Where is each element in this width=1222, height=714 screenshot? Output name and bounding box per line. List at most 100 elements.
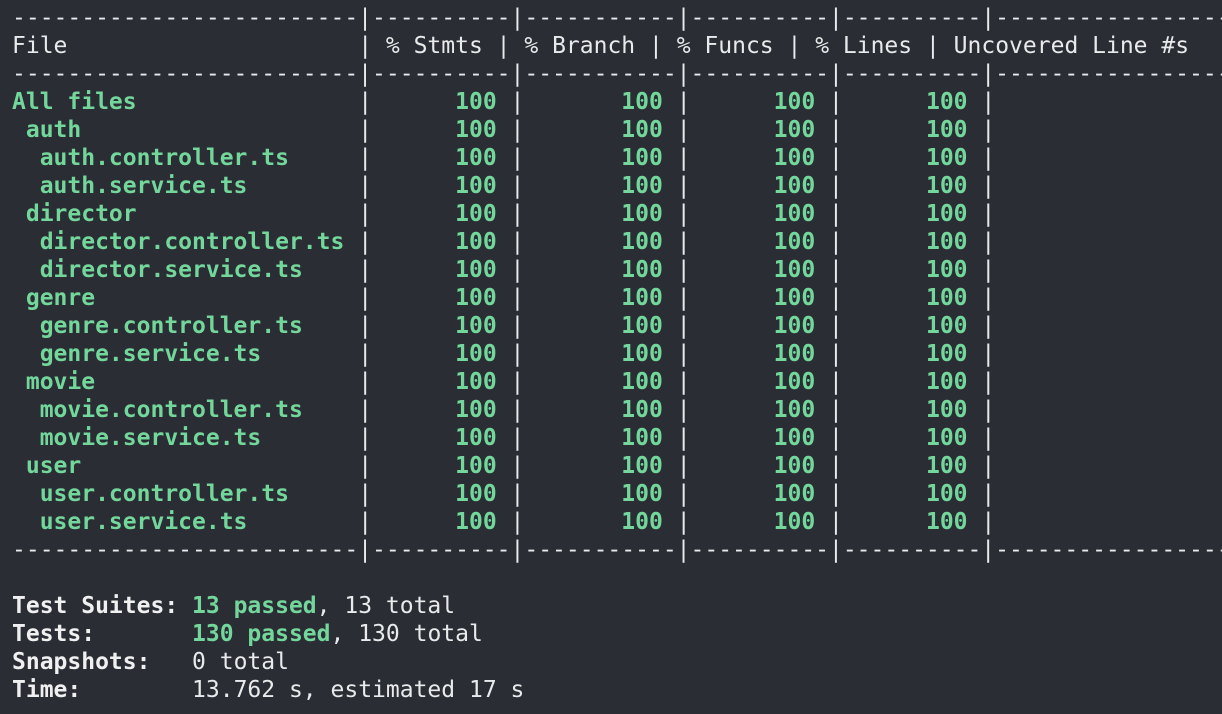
cell-lines: 100 bbox=[842, 173, 968, 199]
table-row: genre.service.ts | 100 | 100 | 100 | 100… bbox=[12, 340, 1222, 368]
table-row: user | 100 | 100 | 100 | 100 | bbox=[12, 452, 1222, 480]
cell-branch: 100 bbox=[524, 341, 663, 367]
cell-file: director.controller.ts bbox=[12, 229, 359, 255]
cell-funcs: 100 bbox=[690, 117, 816, 143]
cell-stmts: 100 bbox=[372, 481, 497, 507]
cell-file: user bbox=[12, 453, 359, 479]
table-row: auth.controller.ts | 100 | 100 | 100 | 1… bbox=[12, 144, 1222, 172]
cell-branch: 100 bbox=[524, 369, 663, 395]
cell-file: auth.service.ts bbox=[12, 173, 359, 199]
cell-lines: 100 bbox=[842, 341, 968, 367]
cell-funcs: 100 bbox=[690, 285, 816, 311]
table-header-row: File | % Stmts | % Branch | % Funcs | % … bbox=[12, 33, 1190, 59]
terminal-window: -------------------------|----------|---… bbox=[0, 0, 1222, 714]
cell-stmts: 100 bbox=[372, 89, 497, 115]
cell-funcs: 100 bbox=[690, 313, 816, 339]
cell-funcs: 100 bbox=[690, 89, 816, 115]
cell-lines: 100 bbox=[842, 509, 968, 535]
cell-branch: 100 bbox=[524, 89, 663, 115]
cell-file: movie.controller.ts bbox=[12, 397, 359, 423]
cell-funcs: 100 bbox=[690, 453, 816, 479]
table-row: All files | 100 | 100 | 100 | 100 | bbox=[12, 88, 1222, 116]
cell-uncovered bbox=[995, 397, 1009, 423]
suites-total: , 13 total bbox=[316, 593, 456, 619]
table-divider-mid: -------------------------|----------|---… bbox=[12, 61, 1222, 87]
summary-snapshots-row: Snapshots: 0 total bbox=[12, 648, 1222, 676]
cell-branch: 100 bbox=[524, 313, 663, 339]
cell-branch: 100 bbox=[524, 425, 663, 451]
table-row: user.service.ts | 100 | 100 | 100 | 100 … bbox=[12, 508, 1222, 536]
cell-uncovered bbox=[995, 229, 1009, 255]
cell-uncovered bbox=[995, 117, 1009, 143]
cell-funcs: 100 bbox=[690, 257, 816, 283]
cell-lines: 100 bbox=[842, 313, 968, 339]
cell-file: genre.controller.ts bbox=[12, 313, 359, 339]
suites-passed: 13 passed bbox=[192, 593, 317, 619]
cell-file: genre.service.ts bbox=[12, 341, 359, 367]
cell-branch: 100 bbox=[524, 397, 663, 423]
test-summary: Test Suites: 13 passed, 13 total Tests: … bbox=[12, 592, 1222, 704]
cell-funcs: 100 bbox=[690, 369, 816, 395]
table-row: director | 100 | 100 | 100 | 100 | bbox=[12, 200, 1222, 228]
cell-stmts: 100 bbox=[372, 145, 497, 171]
cell-stmts: 100 bbox=[372, 229, 497, 255]
summary-time-row: Time: 13.762 s, estimated 17 s bbox=[12, 676, 1222, 704]
header-funcs: % Funcs bbox=[676, 33, 788, 59]
cell-branch: 100 bbox=[524, 117, 663, 143]
cell-stmts: 100 bbox=[372, 117, 497, 143]
cell-file: user.controller.ts bbox=[12, 481, 359, 507]
cell-branch: 100 bbox=[524, 453, 663, 479]
snapshots-label: Snapshots: bbox=[12, 649, 151, 675]
suites-label: Test Suites: bbox=[12, 593, 179, 619]
cell-uncovered bbox=[995, 453, 1009, 479]
table-row: director.service.ts | 100 | 100 | 100 | … bbox=[12, 256, 1222, 284]
cell-stmts: 100 bbox=[372, 285, 497, 311]
cell-stmts: 100 bbox=[372, 341, 497, 367]
cell-branch: 100 bbox=[524, 509, 663, 535]
cell-uncovered bbox=[995, 145, 1009, 171]
time-value: 13.762 s, estimated 17 s bbox=[192, 677, 525, 703]
cell-uncovered bbox=[995, 257, 1009, 283]
cell-lines: 100 bbox=[842, 453, 968, 479]
cell-stmts: 100 bbox=[372, 257, 497, 283]
cell-lines: 100 bbox=[842, 481, 968, 507]
table-row: movie | 100 | 100 | 100 | 100 | bbox=[12, 368, 1222, 396]
cell-uncovered bbox=[995, 369, 1009, 395]
cell-branch: 100 bbox=[524, 229, 663, 255]
cell-file: director bbox=[12, 201, 359, 227]
tests-total: , 130 total bbox=[330, 621, 483, 647]
cell-lines: 100 bbox=[842, 229, 968, 255]
cell-funcs: 100 bbox=[690, 425, 816, 451]
cell-funcs: 100 bbox=[690, 229, 816, 255]
cell-file: user.service.ts bbox=[12, 509, 359, 535]
tests-label: Tests: bbox=[12, 621, 96, 647]
cell-lines: 100 bbox=[842, 89, 968, 115]
cell-branch: 100 bbox=[524, 285, 663, 311]
snapshots-value: 0 total bbox=[192, 649, 289, 675]
cell-stmts: 100 bbox=[372, 313, 497, 339]
cell-branch: 100 bbox=[524, 481, 663, 507]
table-row: auth | 100 | 100 | 100 | 100 | bbox=[12, 116, 1222, 144]
cell-funcs: 100 bbox=[690, 201, 816, 227]
cell-file: auth.controller.ts bbox=[12, 145, 359, 171]
cell-lines: 100 bbox=[842, 145, 968, 171]
table-row: movie.controller.ts | 100 | 100 | 100 | … bbox=[12, 396, 1222, 424]
cell-funcs: 100 bbox=[690, 397, 816, 423]
cell-uncovered bbox=[995, 509, 1009, 535]
cell-lines: 100 bbox=[842, 117, 968, 143]
cell-file: All files bbox=[12, 89, 359, 115]
table-row: genre | 100 | 100 | 100 | 100 | bbox=[12, 284, 1222, 312]
coverage-table: -------------------------|----------|---… bbox=[12, 4, 1222, 564]
cell-uncovered bbox=[995, 481, 1009, 507]
cell-funcs: 100 bbox=[690, 145, 816, 171]
cell-uncovered bbox=[995, 425, 1009, 451]
table-row: movie.service.ts | 100 | 100 | 100 | 100… bbox=[12, 424, 1222, 452]
cell-file: auth bbox=[12, 117, 359, 143]
cell-stmts: 100 bbox=[372, 453, 497, 479]
header-file: File bbox=[12, 33, 359, 59]
cell-lines: 100 bbox=[842, 201, 968, 227]
cell-branch: 100 bbox=[524, 173, 663, 199]
summary-suites-row: Test Suites: 13 passed, 13 total bbox=[12, 592, 1222, 620]
table-divider-top: -------------------------|----------|---… bbox=[12, 5, 1222, 31]
cell-lines: 100 bbox=[842, 257, 968, 283]
